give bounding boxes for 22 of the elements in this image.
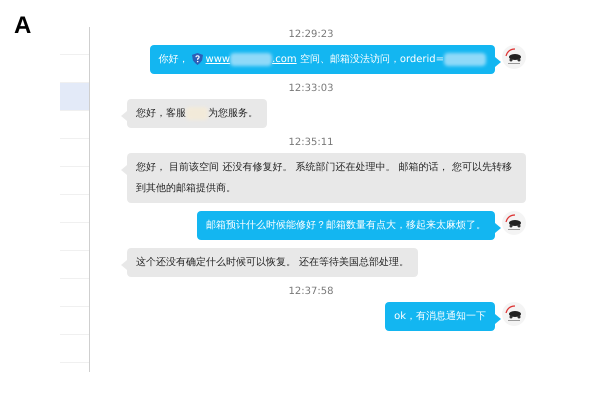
message-text: 您好， 目前该空间 还没有修复好。 系统部门还在处理中。 邮箱的话， 您可以先转移到其他的邮箱提供商。: [136, 162, 512, 194]
avatar-icon: [502, 211, 526, 235]
avatar-icon: [502, 45, 526, 69]
avatar-icon: [502, 302, 526, 326]
timestamp: 12:37:58: [288, 285, 334, 299]
shield-question-icon: [192, 53, 203, 66]
sidebar-row[interactable]: [60, 83, 89, 111]
message-text: 这个还没有确定什么时候可以恢复。 还在等待美国总部处理。: [136, 257, 410, 268]
message-text: 为您服务。: [208, 108, 258, 119]
panel-label: A: [14, 14, 32, 38]
redaction-mark: [230, 52, 272, 66]
message-text: 您好，客服: [136, 108, 186, 119]
timestamp: 12:33:03: [288, 82, 334, 96]
timestamp: 12:29:23: [288, 28, 334, 42]
message-text: 邮箱预计什么时候能修好？邮箱数量有点大，移起来太麻烦了。: [206, 220, 486, 231]
link[interactable]: .com: [272, 54, 297, 65]
message-text: 空间、邮箱没法访问，orderid=: [298, 54, 444, 65]
message-text: 你好，: [158, 54, 189, 65]
redaction-mark: [444, 52, 486, 66]
timestamp: 12:35:11: [288, 136, 334, 150]
message-text: ok，有消息通知一下: [394, 311, 486, 322]
link[interactable]: www: [206, 54, 230, 65]
